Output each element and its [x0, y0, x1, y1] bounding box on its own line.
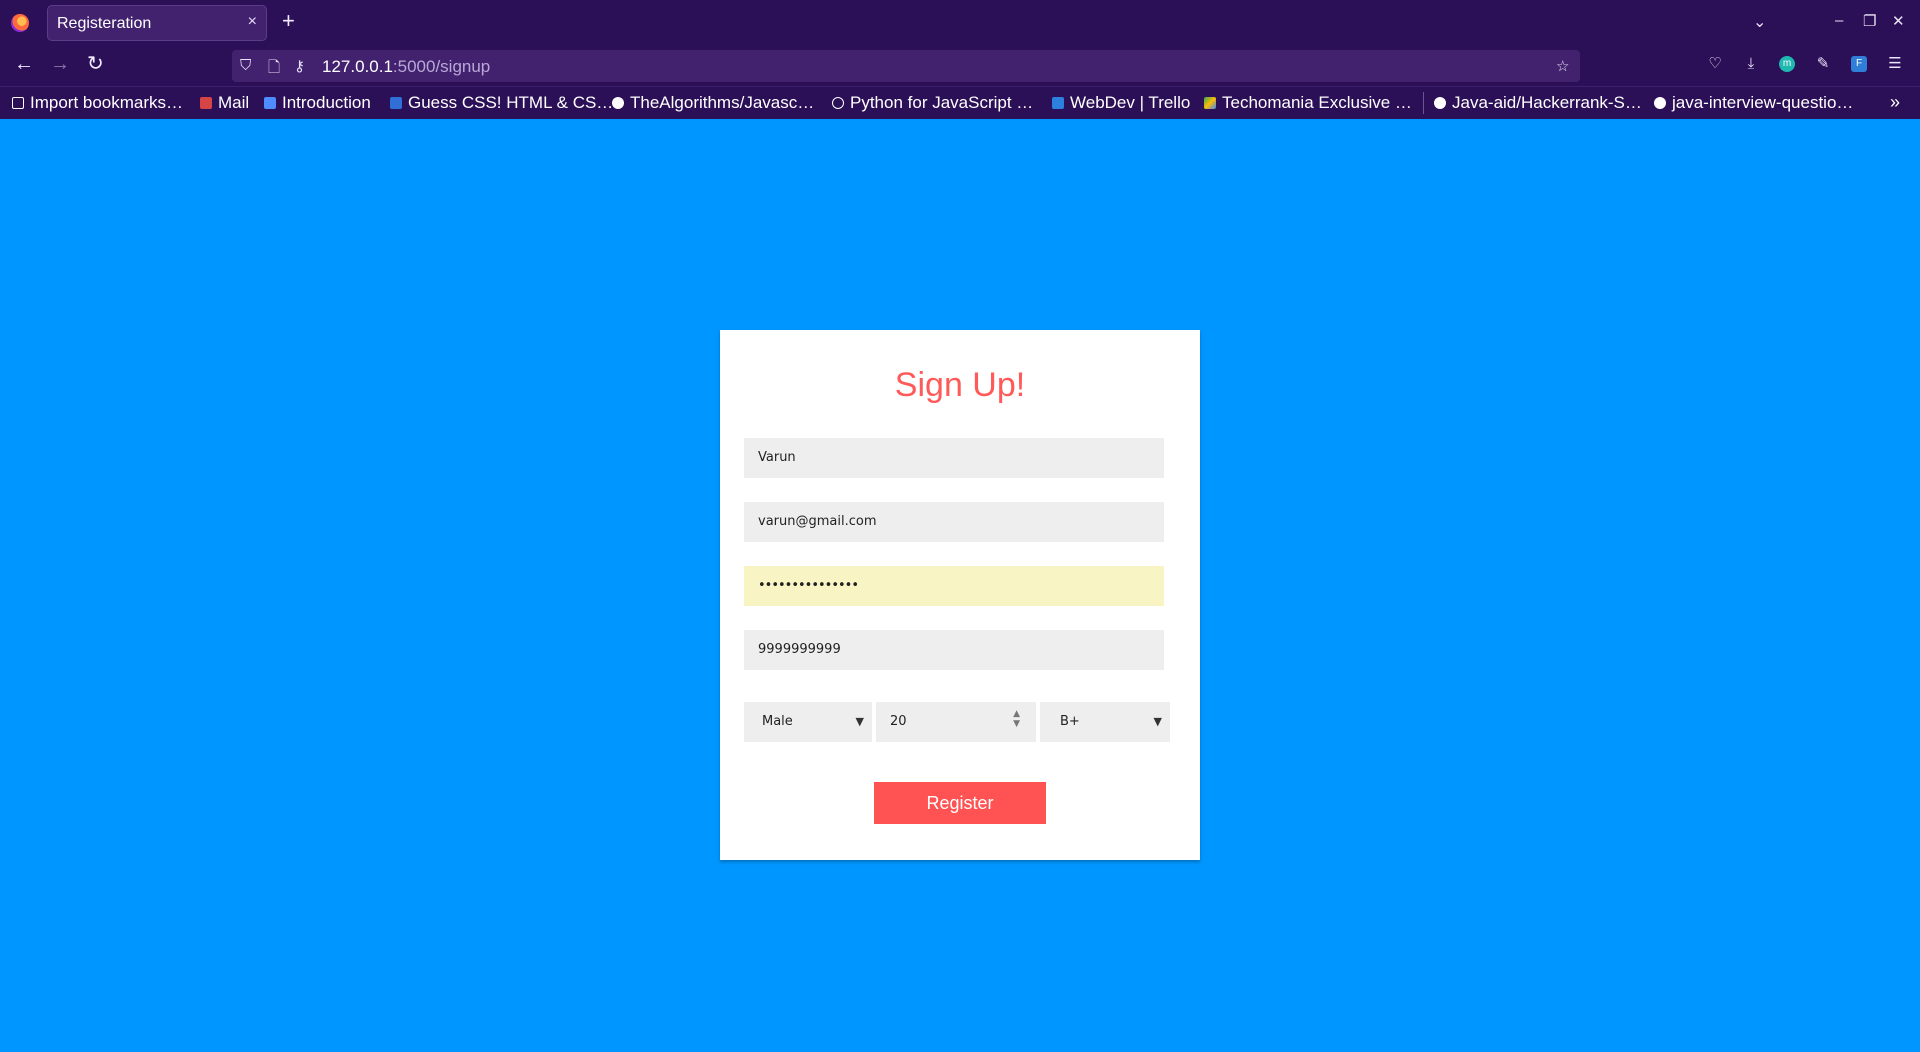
extension-pen-icon[interactable]: ✎ [1815, 56, 1831, 72]
blood-group-select[interactable]: B+ ▼ [1040, 702, 1170, 742]
import-icon [12, 97, 24, 109]
age-value: 20 [890, 714, 907, 729]
tab-title: Registeration [57, 15, 152, 32]
url-host: 127.0.0.1 [322, 57, 393, 76]
back-arrow-icon[interactable]: ← [14, 54, 34, 74]
trello-icon [1052, 97, 1064, 109]
forward-arrow-icon[interactable]: → [50, 54, 70, 74]
gender-select[interactable]: Male ▼ [744, 702, 872, 742]
gmail-icon [200, 97, 212, 109]
bookmark-thealgorithms[interactable]: TheAlgorithms/Javasc… [612, 93, 814, 113]
css-icon [390, 97, 402, 109]
browser-tab[interactable]: Registeration × [47, 5, 267, 41]
bookmark-introduction[interactable]: Introduction [264, 93, 371, 113]
url-bar[interactable]: ⛉ 🗋 ⚷ 127.0.0.1:5000/signup ☆ [232, 50, 1580, 82]
globe-icon [832, 97, 844, 109]
downloads-icon[interactable]: ⤓ [1743, 56, 1759, 72]
tab-close-icon[interactable]: × [248, 13, 257, 31]
bookmark-star-icon[interactable]: ☆ [1556, 57, 1569, 75]
email-input[interactable]: varun@gmail.com [744, 502, 1164, 542]
bookmarks-overflow-icon[interactable]: » [1890, 92, 1900, 113]
bookmark-java-interview[interactable]: java-interview-questio… [1654, 93, 1853, 113]
url-path: :5000/signup [392, 57, 491, 76]
phone-input[interactable]: 9999999999 [744, 630, 1164, 670]
reload-icon[interactable]: ↻ [87, 54, 104, 74]
shield-icon[interactable]: ⛉ [240, 57, 251, 74]
bookmark-webdev-trello[interactable]: WebDev | Trello [1052, 93, 1190, 113]
bookmarks-separator [1423, 92, 1424, 114]
menu-hamburger-icon[interactable]: ☰ [1887, 56, 1903, 72]
github-icon [1434, 97, 1446, 109]
firefox-logo-icon[interactable] [11, 14, 29, 32]
key-icon[interactable]: ⚷ [294, 57, 305, 75]
gender-value: Male [762, 714, 793, 729]
restore-icon[interactable]: ❐ [1863, 12, 1876, 30]
github-icon [612, 97, 624, 109]
bookmark-import[interactable]: Import bookmarks… [12, 93, 183, 113]
minimize-icon[interactable]: – [1835, 12, 1843, 29]
url-text[interactable]: 127.0.0.1:5000/signup [322, 57, 490, 77]
name-input[interactable]: Varun [744, 438, 1164, 478]
pocket-icon[interactable]: ♡ [1707, 56, 1723, 72]
extension-f-icon[interactable]: F [1851, 56, 1867, 72]
age-number-input[interactable]: 20 ▲ ▼ [876, 702, 1036, 742]
password-input[interactable]: ••••••••••••••• [744, 566, 1164, 606]
register-button[interactable]: Register [874, 782, 1046, 824]
blood-group-value: B+ [1060, 714, 1080, 729]
bookmark-guess-css[interactable]: Guess CSS! HTML & CS… [390, 93, 613, 113]
github-icon [1654, 97, 1666, 109]
extension-m-icon[interactable]: m [1779, 56, 1795, 72]
drive-icon [1204, 97, 1216, 109]
bookmark-mail[interactable]: Mail [200, 93, 249, 113]
signup-card: Sign Up! Varun varun@gmail.com •••••••••… [720, 330, 1200, 860]
tab-list-chevron-icon[interactable]: ⌄ [1753, 12, 1766, 32]
browser-titlebar: Registeration × + ⌄ – ❐ ✕ [0, 0, 1920, 46]
spinner-icon[interactable]: ▲ ▼ [1013, 709, 1020, 729]
close-window-icon[interactable]: ✕ [1892, 12, 1905, 30]
bookmark-java-aid[interactable]: Java-aid/Hackerrank-S… [1434, 93, 1642, 113]
bookmarks-bar: Import bookmarks… Mail Introduction Gues… [0, 86, 1920, 119]
page-icon[interactable]: 🗋 [268, 57, 280, 82]
signup-title: Sign Up! [894, 366, 1026, 404]
browser-navbar: ← → ↻ ⛉ 🗋 ⚷ 127.0.0.1:5000/signup ☆ ♡ ⤓ … [0, 46, 1920, 86]
chevron-down-icon: ▼ [1153, 715, 1162, 728]
chevron-down-icon: ▼ [855, 715, 864, 728]
introduction-icon [264, 97, 276, 109]
bookmark-python-for-js[interactable]: Python for JavaScript … [832, 93, 1033, 113]
new-tab-button[interactable]: + [282, 10, 295, 32]
bookmark-techomania[interactable]: Techomania Exclusive … [1204, 93, 1412, 113]
